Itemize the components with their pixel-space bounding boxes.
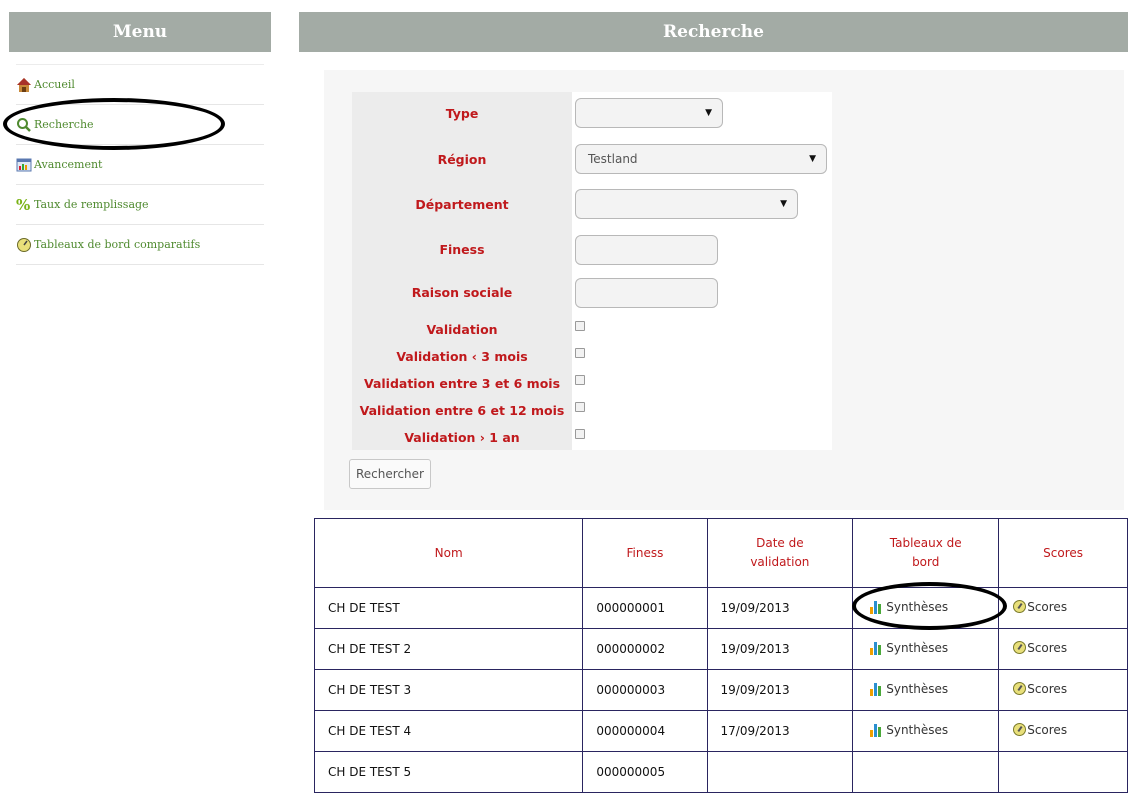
- scores-link[interactable]: Scores: [1013, 641, 1067, 655]
- cell-scores: [998, 751, 1128, 793]
- chevron-down-icon: ▼: [809, 154, 816, 164]
- type-label: Type: [445, 106, 479, 121]
- cell-date: 19/09/2013: [706, 587, 854, 629]
- cell-scores: Scores: [998, 628, 1128, 670]
- raison-sociale-input[interactable]: [575, 278, 718, 308]
- scores-link[interactable]: Scores: [1013, 682, 1067, 696]
- scores-link[interactable]: Scores: [1013, 600, 1067, 614]
- cell-finess: 000000002: [582, 628, 708, 670]
- validation-1an-label: Validation › 1 an: [404, 430, 520, 445]
- menu-item-tableaux[interactable]: Tableaux de bord comparatifs: [16, 225, 264, 265]
- sidebar-menu: Accueil Recherche Avancement % Taux de r…: [16, 64, 264, 265]
- departement-select[interactable]: ▼: [575, 189, 798, 219]
- cell-tableaux: Synthèses: [852, 669, 1000, 711]
- cell-date: 19/09/2013: [706, 669, 854, 711]
- cell-nom: CH DE TEST 3: [313, 669, 584, 711]
- chevron-down-icon: ▼: [705, 108, 712, 118]
- table-row: CH DE TEST 2 000000002 19/09/2013 Synthèses…: [313, 628, 1128, 670]
- chart-window-icon: [16, 157, 32, 173]
- bar-chart-icon: [869, 723, 885, 737]
- scores-link[interactable]: Scores: [1013, 723, 1067, 737]
- cell-date: 17/09/2013: [706, 710, 854, 752]
- menu-item-label: Accueil: [34, 78, 75, 91]
- syntheses-link[interactable]: Synthèses: [869, 723, 948, 737]
- results-table: Nom Finess Date de validation Tableaux de…: [313, 518, 1128, 793]
- cell-nom: CH DE TEST 4: [313, 710, 584, 752]
- label-column: [352, 92, 572, 450]
- region-label: Région: [437, 152, 487, 167]
- cell-tableaux: [852, 751, 1000, 793]
- type-select[interactable]: ▼: [575, 98, 723, 128]
- bar-chart-icon: [869, 600, 885, 614]
- menu-item-accueil[interactable]: Accueil: [16, 64, 264, 105]
- col-date[interactable]: Date de validation: [706, 518, 854, 588]
- finess-input[interactable]: [575, 235, 718, 265]
- gauge-icon: [16, 237, 32, 253]
- syntheses-link[interactable]: Synthèses: [869, 641, 948, 655]
- col-scores: Scores: [998, 518, 1128, 588]
- cell-scores: Scores: [998, 669, 1128, 711]
- cell-nom: CH DE TEST 2: [313, 628, 584, 670]
- menu-header: Menu: [9, 12, 271, 52]
- validation-1an-checkbox[interactable]: [575, 429, 585, 439]
- gauge-icon: [1013, 682, 1027, 696]
- cell-nom: CH DE TEST 5: [313, 751, 584, 793]
- search-header: Recherche: [299, 12, 1128, 52]
- col-finess[interactable]: Finess: [582, 518, 708, 588]
- table-row: CH DE TEST 4 000000004 17/09/2013 Synthèses…: [313, 710, 1128, 752]
- home-icon: [16, 77, 32, 93]
- menu-item-avancement[interactable]: Avancement: [16, 145, 264, 185]
- menu-item-label: Avancement: [34, 158, 103, 171]
- cell-scores: Scores: [998, 710, 1128, 752]
- region-select-value: Testland: [588, 152, 638, 166]
- cell-nom: CH DE TEST: [313, 587, 584, 629]
- table-row: CH DE TEST 000000001 19/09/2013 Synthèses Sc…: [313, 587, 1128, 629]
- cell-tableaux: Synthèses: [852, 628, 1000, 670]
- validation-label: Validation: [426, 322, 498, 337]
- gauge-icon: [1013, 600, 1027, 614]
- menu-item-label: Tableaux de bord comparatifs: [34, 238, 201, 251]
- validation-3-label: Validation ‹ 3 mois: [396, 349, 528, 364]
- cell-finess: 000000001: [582, 587, 708, 629]
- cell-tableaux: Synthèses: [852, 587, 1000, 629]
- table-row: CH DE TEST 3 000000003 19/09/2013 Synthèses…: [313, 669, 1128, 711]
- validation-3-checkbox[interactable]: [575, 348, 585, 358]
- rechercher-button[interactable]: Rechercher: [349, 459, 431, 489]
- raison-sociale-label: Raison sociale: [411, 285, 513, 300]
- gauge-icon: [1013, 723, 1027, 737]
- menu-item-label: Recherche: [34, 118, 94, 131]
- cell-scores: Scores: [998, 587, 1128, 629]
- finess-label: Finess: [439, 242, 485, 257]
- departement-label: Département: [415, 197, 509, 212]
- validation-6-12-checkbox[interactable]: [575, 402, 585, 412]
- chevron-down-icon: ▼: [780, 199, 787, 209]
- cell-tableaux: Synthèses: [852, 710, 1000, 752]
- cell-finess: 000000003: [582, 669, 708, 711]
- gauge-icon: [1013, 641, 1027, 655]
- bar-chart-icon: [869, 641, 885, 655]
- cell-finess: 000000004: [582, 710, 708, 752]
- syntheses-link[interactable]: Synthèses: [869, 682, 948, 696]
- search-icon: [16, 117, 32, 133]
- table-row: CH DE TEST 5 000000005: [313, 751, 1128, 793]
- bar-chart-icon: [869, 682, 885, 696]
- validation-checkbox[interactable]: [575, 321, 585, 331]
- percent-icon: %: [16, 195, 31, 214]
- cell-finess: 000000005: [582, 751, 708, 793]
- region-select[interactable]: Testland ▼: [575, 144, 827, 174]
- validation-3-6-label: Validation entre 3 et 6 mois: [363, 376, 561, 391]
- menu-item-recherche[interactable]: Recherche: [16, 105, 264, 145]
- syntheses-link[interactable]: Synthèses: [869, 600, 948, 614]
- validation-3-6-checkbox[interactable]: [575, 375, 585, 385]
- cell-date: 19/09/2013: [706, 628, 854, 670]
- table-header-row: Nom Finess Date de validation Tableaux de…: [313, 518, 1128, 588]
- col-tableaux: Tableaux de bord: [852, 518, 1000, 588]
- col-nom[interactable]: Nom: [313, 518, 584, 588]
- validation-6-12-label: Validation entre 6 et 12 mois: [359, 403, 565, 418]
- cell-date: [706, 751, 854, 793]
- menu-item-label: Taux de remplissage: [34, 198, 149, 211]
- menu-item-taux[interactable]: % Taux de remplissage: [16, 185, 264, 225]
